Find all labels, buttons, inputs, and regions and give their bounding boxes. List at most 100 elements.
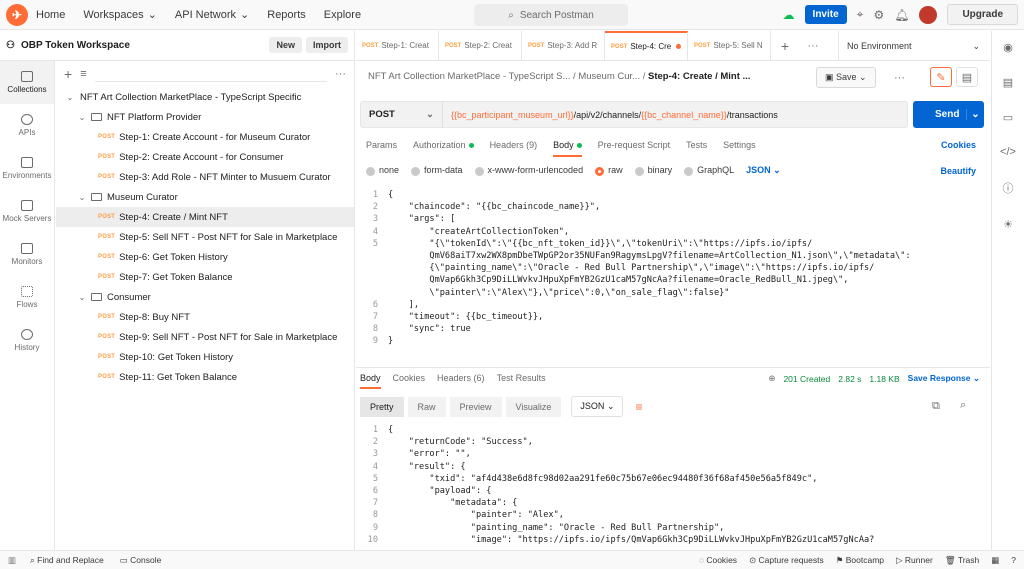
nav-api-network[interactable]: API Network ⌄ (175, 8, 249, 22)
response-body-viewer[interactable]: 1{2 "returnCode": "Success", 3 "error": "… (360, 424, 982, 551)
comment-icon[interactable]: ▤ (956, 67, 978, 87)
satellite-icon[interactable]: ⌖ (857, 7, 864, 22)
rail-history[interactable]: History (0, 319, 54, 362)
trash-button[interactable]: 🗑︎ Trash (945, 555, 979, 566)
runner-button[interactable]: ▷ Runner (896, 555, 933, 566)
breadcrumb-request[interactable]: Step-4: Create / Mint ... (648, 71, 750, 82)
layout-icon[interactable]: ▦ (991, 555, 999, 566)
invite-button[interactable]: Invite (804, 5, 847, 24)
resp-tab-headers[interactable]: Headers (6) (437, 373, 485, 389)
folder-row[interactable]: ⌄ Museum Curator (56, 187, 354, 207)
new-button[interactable]: New (269, 37, 302, 53)
radio-raw[interactable]: raw (595, 165, 623, 176)
tab-headers[interactable]: Headers (9) (490, 140, 538, 157)
environment-selector[interactable]: No Environment ⌄ (838, 31, 990, 61)
view-preview[interactable]: Preview (449, 396, 502, 417)
upgrade-button[interactable]: Upgrade (947, 4, 1018, 25)
documentation-icon[interactable]: ▤ (1003, 76, 1013, 89)
url-input[interactable]: {{bc_participant_museum_url}}/api/v2/cha… (443, 110, 778, 120)
tab-step-1[interactable]: POST Step-1: Creat (356, 31, 439, 60)
resp-tab-cookies[interactable]: Cookies (393, 373, 426, 389)
view-raw[interactable]: Raw (407, 396, 446, 417)
request-row[interactable]: POST Step-11: Get Token Balance (56, 367, 354, 387)
info-icon[interactable]: ⓘ (1003, 180, 1014, 196)
tab-tests[interactable]: Tests (686, 140, 707, 157)
lightbulb-icon[interactable]: ☀ (1003, 218, 1013, 231)
rail-environments[interactable]: Environments (0, 147, 54, 190)
postman-logo-icon[interactable]: ✈ (6, 3, 28, 26)
response-time[interactable]: 2.82 s (838, 374, 861, 384)
rail-flows[interactable]: Flows (0, 276, 54, 319)
collection-row[interactable]: ⌄ NFT Art Collection MarketPlace - TypeS… (56, 87, 354, 107)
bootcamp-button[interactable]: ⚑ Bootcamp (836, 555, 884, 566)
save-button[interactable]: ▣ Save ⌄ (816, 67, 876, 88)
rail-monitors[interactable]: Monitors (0, 233, 54, 276)
workspace-name[interactable]: OBP Token Workspace (21, 40, 130, 51)
radio-graphql[interactable]: GraphQL (684, 165, 734, 176)
request-row[interactable]: POST Step-5: Sell NFT - Post NFT for Sale… (56, 227, 354, 247)
request-row[interactable]: POST Step-7: Get Token Balance (56, 267, 354, 287)
request-row-selected[interactable]: POST Step-4: Create / Mint NFT (56, 207, 354, 227)
radio-form-data[interactable]: form-data (411, 165, 463, 176)
tab-step-2[interactable]: POST Step-2: Creat (439, 31, 522, 60)
tab-step-3[interactable]: POST Step-3: Add R (522, 31, 605, 60)
resp-tab-test-results[interactable]: Test Results (497, 373, 546, 389)
beautify-link[interactable]: Beautify (940, 166, 976, 176)
tab-params[interactable]: Params (366, 140, 397, 157)
tab-authorization[interactable]: Authorization (413, 140, 474, 157)
code-icon[interactable]: </> (1000, 146, 1016, 158)
nav-explore[interactable]: Explore (324, 9, 361, 21)
nav-workspaces[interactable]: Workspaces ⌄ (83, 8, 157, 22)
edit-pencil-icon[interactable]: ✎ (930, 67, 952, 87)
view-visualize[interactable]: Visualize (505, 396, 562, 417)
rail-mock-servers[interactable]: Mock Servers (0, 190, 54, 233)
wrap-lines-icon[interactable]: ≡ (635, 400, 642, 414)
request-body-editor[interactable]: 1{2 "chaincode": "{{bc_chaincode_name}}"… (360, 189, 982, 361)
sync-status-icon[interactable]: ☁ (783, 8, 795, 22)
rail-apis[interactable]: APIs (0, 104, 54, 147)
avatar[interactable] (919, 5, 938, 24)
settings-gear-icon[interactable]: ⚙ (873, 8, 884, 22)
notifications-bell-icon[interactable]: 🔔︎ (894, 8, 909, 22)
find-replace-button[interactable]: ⌕ Find and Replace (30, 555, 104, 566)
more-actions-icon[interactable]: ··· (894, 72, 905, 84)
request-row[interactable]: POST Step-10: Get Token History (56, 347, 354, 367)
tab-step-5[interactable]: POST Step-5: Sell N (688, 31, 771, 60)
tab-body[interactable]: Body (553, 140, 582, 157)
request-row[interactable]: POST Step-6: Get Token History (56, 247, 354, 267)
request-row[interactable]: POST Step-1: Create Account - for Museum … (56, 127, 354, 147)
console-button[interactable]: ▭ Console (120, 555, 162, 566)
tab-overflow-icon[interactable]: ··· (799, 31, 827, 60)
radio-none[interactable]: none (366, 165, 399, 176)
add-icon[interactable]: + (64, 66, 72, 82)
nav-home[interactable]: Home (36, 9, 65, 21)
new-tab-button[interactable]: + (771, 31, 799, 60)
request-row[interactable]: POST Step-2: Create Account - for Consume… (56, 147, 354, 167)
eye-icon[interactable]: ◉ (1003, 41, 1013, 54)
layout-toggle-icon[interactable]: ▥ (8, 555, 16, 566)
resp-tab-body[interactable]: Body (360, 373, 381, 389)
breadcrumb-collection[interactable]: NFT Art Collection MarketPlace - TypeScr… (368, 71, 570, 82)
method-select[interactable]: POST ⌄ (361, 102, 443, 127)
help-icon[interactable]: ? (1011, 555, 1016, 566)
response-language-select[interactable]: JSON ⌄ (571, 396, 624, 417)
radio-binary[interactable]: binary (634, 165, 672, 176)
tab-settings[interactable]: Settings (723, 140, 756, 157)
body-language-select[interactable]: JSON ⌄ (746, 165, 781, 176)
filter-input[interactable] (94, 66, 327, 82)
cookies-link[interactable]: Cookies (941, 140, 976, 150)
more-options-icon[interactable]: ··· (335, 68, 346, 80)
status-code[interactable]: 201 Created (783, 374, 830, 384)
breadcrumb-folder[interactable]: Museum Cur... (578, 71, 640, 82)
comments-icon[interactable]: ▭ (1003, 111, 1013, 124)
save-response-button[interactable]: Save Response ⌄ (908, 373, 980, 384)
radio-urlencoded[interactable]: x-www-form-urlencoded (474, 165, 583, 176)
search-icon[interactable]: ⌕ (960, 399, 966, 412)
request-row[interactable]: POST Step-3: Add Role - NFT Minter to Mus… (56, 167, 354, 187)
import-button[interactable]: Import (306, 37, 348, 53)
folder-row[interactable]: ⌄ NFT Platform Provider (56, 107, 354, 127)
capture-requests-button[interactable]: ⊙ Capture requests (749, 555, 824, 566)
copy-icon[interactable]: ⧉ (932, 400, 940, 413)
response-size[interactable]: 1.18 KB (869, 374, 899, 384)
nav-reports[interactable]: Reports (267, 9, 306, 21)
